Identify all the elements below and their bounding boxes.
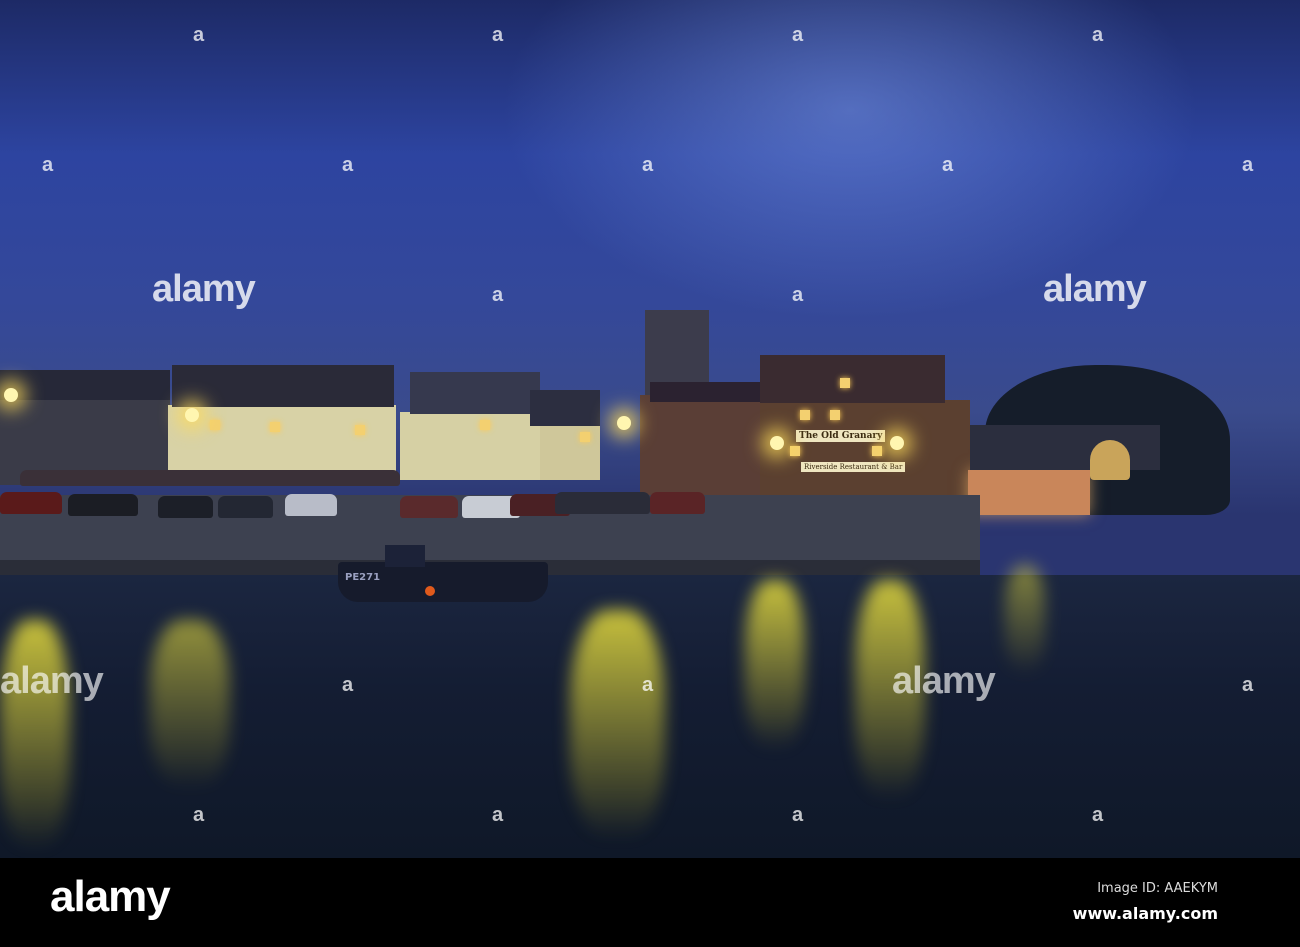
light-reflection	[745, 580, 805, 750]
white-house-roof	[410, 372, 540, 414]
brick-house	[640, 395, 765, 500]
brick-house-roof	[650, 382, 770, 402]
footer-bar	[0, 858, 1300, 947]
watermark-mark: a	[492, 24, 504, 46]
parked-car	[650, 492, 705, 514]
conservatory	[968, 470, 1090, 515]
pub-subsign: Riverside Restaurant & Bar	[801, 462, 906, 472]
watermark-mark: a	[1092, 24, 1104, 46]
lit-spire	[1090, 440, 1130, 480]
watermark-mark: a	[642, 674, 654, 696]
cream-house	[540, 425, 600, 480]
white-inn	[168, 405, 396, 480]
watermark-mark: a	[792, 24, 804, 46]
cream-house-roof	[530, 390, 600, 426]
left-roof	[0, 370, 170, 400]
watermark-mark: a	[492, 804, 504, 826]
watermark-mark: a	[942, 154, 954, 176]
white-inn-roof	[172, 365, 394, 407]
parked-car	[20, 470, 400, 486]
pub-sign: The Old Granary	[796, 430, 886, 442]
window	[210, 420, 220, 430]
watermark-mark: a	[1242, 154, 1254, 176]
light-reflection	[0, 620, 70, 850]
watermark-mark: a	[342, 674, 354, 696]
website-link[interactable]: www.alamy.com	[1073, 904, 1218, 923]
window	[872, 446, 882, 456]
parked-car	[400, 496, 458, 518]
boat-cabin	[385, 545, 425, 567]
watermark-mark: a	[193, 804, 205, 826]
street-lamp	[185, 408, 199, 422]
street-lamp	[890, 436, 904, 450]
light-reflection	[1005, 565, 1045, 675]
old-granary-roof	[760, 355, 945, 403]
watermark: alamy	[892, 660, 996, 702]
parked-car	[218, 496, 273, 518]
watermark: alamy	[152, 268, 256, 310]
watermark-mark: a	[342, 154, 354, 176]
alamy-logo: alamy	[50, 872, 171, 921]
parked-car	[0, 492, 62, 514]
window	[270, 422, 280, 432]
parked-car	[285, 494, 337, 516]
watermark-mark: a	[1242, 674, 1254, 696]
low-roof	[970, 425, 1160, 470]
window	[580, 432, 590, 442]
light-reflection	[150, 620, 230, 790]
light-reflection	[570, 610, 665, 840]
watermark-mark: a	[792, 804, 804, 826]
street-lamp	[770, 436, 784, 450]
watermark: alamy	[0, 660, 104, 702]
watermark-mark: a	[792, 284, 804, 306]
image-id: Image ID: AAEKYM	[1097, 881, 1218, 896]
white-house	[400, 412, 540, 480]
window	[790, 446, 800, 456]
watermark-mark: a	[42, 154, 54, 176]
watermark-mark: a	[642, 154, 654, 176]
watermark-mark: a	[492, 284, 504, 306]
watermark-mark: a	[1092, 804, 1104, 826]
buoy	[425, 586, 435, 596]
street-lamp	[617, 416, 631, 430]
window	[840, 378, 850, 388]
street-lamp	[4, 388, 18, 402]
window	[355, 425, 365, 435]
watermark: alamy	[1043, 268, 1147, 310]
parked-car	[555, 492, 650, 514]
window	[480, 420, 490, 430]
window	[800, 410, 810, 420]
parked-car	[158, 496, 213, 518]
photograph: The Old Granary Riverside Restaurant & B…	[0, 0, 1300, 858]
window	[830, 410, 840, 420]
boat-id: PE271	[345, 572, 381, 583]
parked-car	[68, 494, 138, 516]
watermark-mark: a	[193, 24, 205, 46]
